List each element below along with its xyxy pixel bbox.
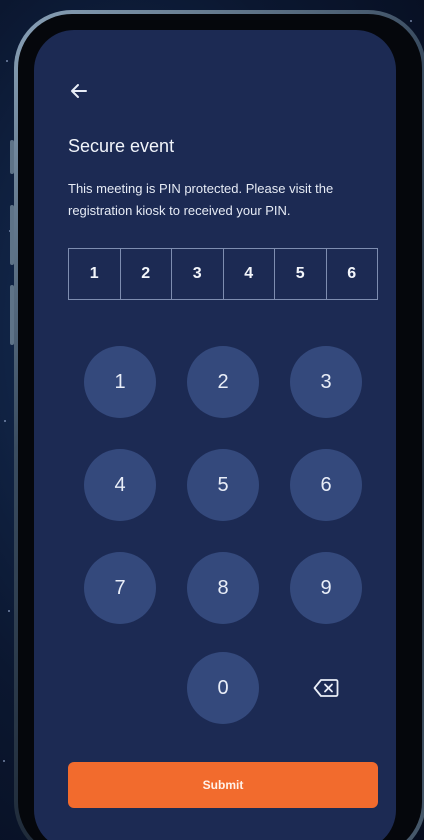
star	[8, 610, 10, 612]
keypad-key-1[interactable]: 1	[84, 346, 156, 418]
keypad-key-7[interactable]: 7	[84, 552, 156, 624]
pin-digit-2[interactable]: 2	[121, 249, 172, 299]
keypad-key-6[interactable]: 6	[290, 449, 362, 521]
keypad-key-0[interactable]: 0	[187, 652, 259, 724]
submit-button[interactable]: Submit	[68, 762, 378, 808]
arrow-left-icon	[71, 84, 87, 98]
star	[4, 420, 6, 422]
keypad-key-3[interactable]: 3	[290, 346, 362, 418]
keypad-key-2[interactable]: 2	[187, 346, 259, 418]
keypad-key-8[interactable]: 8	[187, 552, 259, 624]
back-button[interactable]	[70, 78, 100, 108]
backspace-icon	[313, 679, 339, 697]
page-subtitle: This meeting is PIN protected. Please vi…	[68, 181, 334, 218]
pin-digit-5[interactable]: 5	[275, 249, 327, 299]
pin-digit-3[interactable]: 3	[172, 249, 224, 299]
pin-digit-4[interactable]: 4	[224, 249, 275, 299]
backspace-button[interactable]	[306, 668, 346, 708]
star	[3, 760, 5, 762]
pin-digit-1[interactable]: 1	[69, 249, 121, 299]
app-screen: Secure event This meeting is PIN protect…	[34, 30, 396, 840]
keypad-key-5[interactable]: 5	[187, 449, 259, 521]
keypad-key-9[interactable]: 9	[290, 552, 362, 624]
star	[6, 60, 8, 62]
star	[410, 20, 412, 22]
page-title: Secure event	[68, 136, 175, 156]
pin-input-row[interactable]: 1 2 3 4 5 6	[68, 248, 378, 300]
pin-digit-6[interactable]: 6	[327, 249, 378, 299]
keypad-key-4[interactable]: 4	[84, 449, 156, 521]
